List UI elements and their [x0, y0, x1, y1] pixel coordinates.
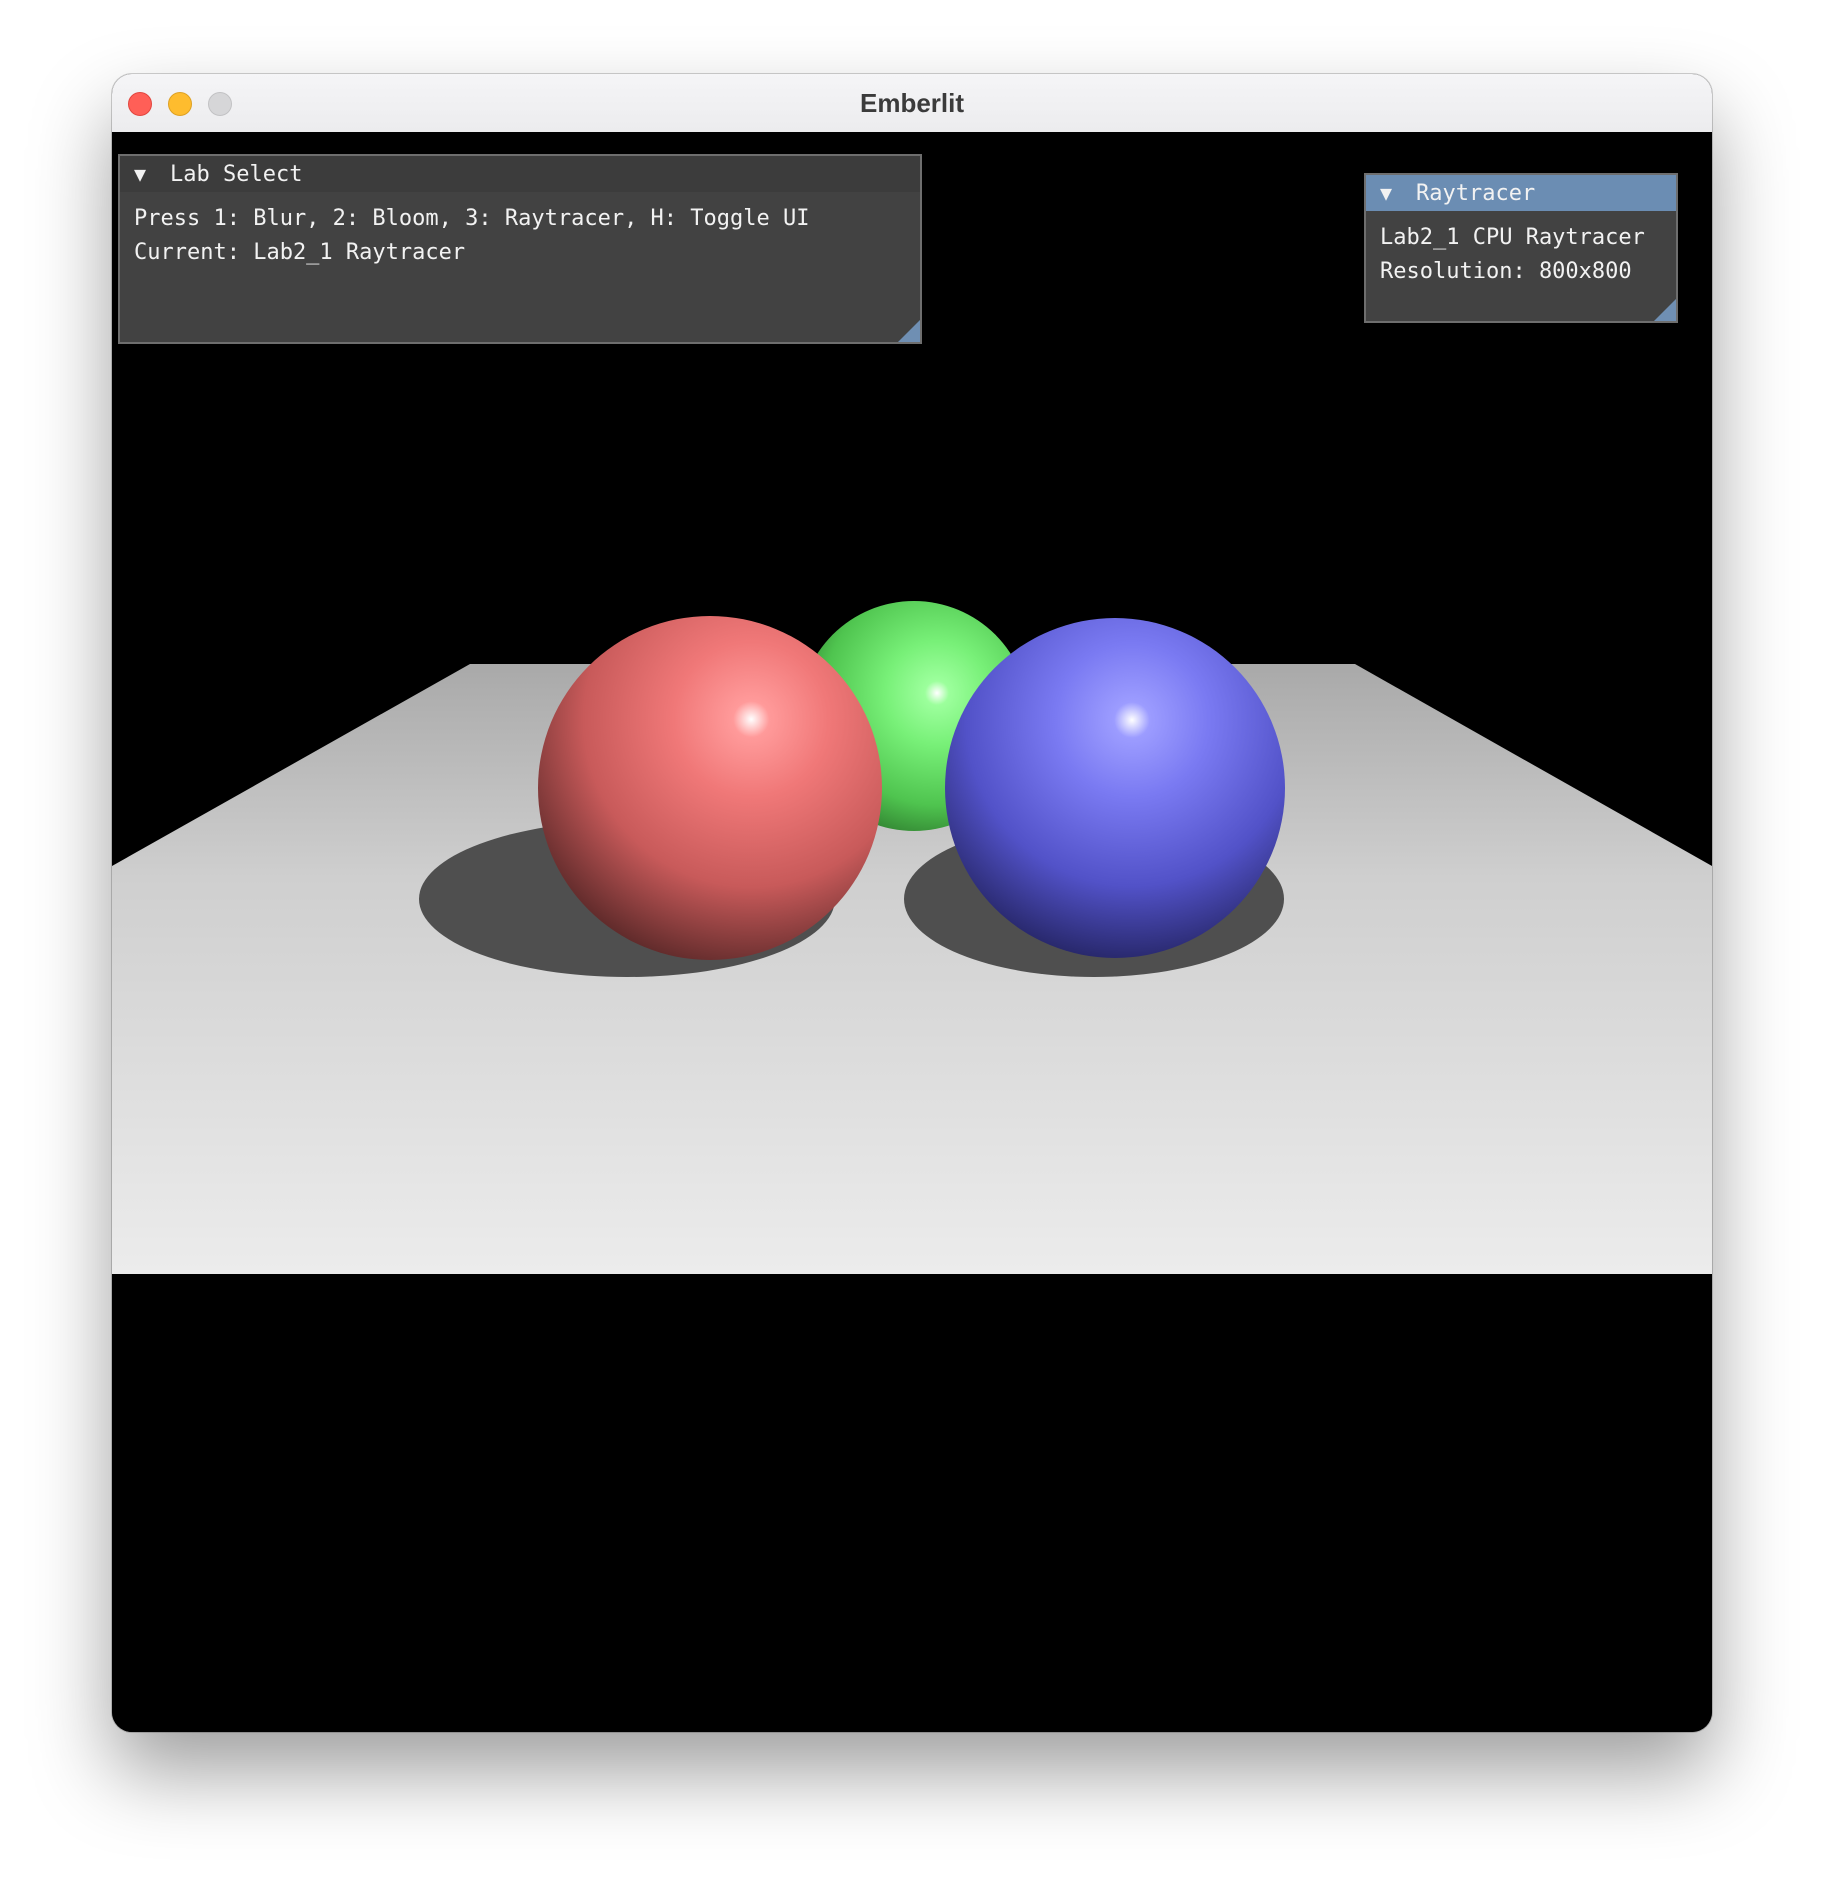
app-window: Emberlit ▼ Lab Select Press 1: Blur, 2: … [112, 74, 1712, 1732]
lab-select-instructions: Press 1: Blur, 2: Bloom, 3: Raytracer, H… [134, 206, 810, 231]
lab-select-body: Press 1: Blur, 2: Bloom, 3: Raytracer, H… [120, 192, 920, 270]
resize-grip[interactable] [1654, 299, 1676, 321]
red-sphere [538, 616, 882, 960]
render-viewport[interactable]: ▼ Lab Select Press 1: Blur, 2: Bloom, 3: … [112, 132, 1712, 1732]
blue-sphere [945, 618, 1285, 958]
raytracer-resolution: Resolution: 800x800 [1380, 259, 1632, 284]
triangle-down-icon[interactable]: ▼ [1380, 175, 1416, 211]
raytracer-panel[interactable]: ▼ Raytracer Lab2_1 CPU Raytracer Resolutio… [1364, 173, 1678, 323]
window-title: Emberlit [859, 88, 965, 118]
raytracer-body: Lab2_1 CPU Raytracer Resolution: 800x800 [1366, 211, 1676, 289]
raytracer-header[interactable]: ▼ Raytracer [1366, 175, 1676, 211]
resize-grip[interactable] [898, 320, 920, 342]
raytraced-scene [112, 601, 1712, 1274]
lab-select-current: Current: Lab2_1 Raytracer [134, 240, 466, 265]
raytracer-description: Lab2_1 CPU Raytracer [1380, 225, 1645, 250]
lab-select-panel[interactable]: ▼ Lab Select Press 1: Blur, 2: Bloom, 3: … [118, 154, 922, 344]
lab-select-title: Lab Select [170, 162, 303, 187]
title-bar[interactable]: Emberlit [112, 74, 1712, 133]
triangle-down-icon[interactable]: ▼ [134, 156, 170, 192]
raytracer-title: Raytracer [1416, 181, 1536, 206]
lab-select-header[interactable]: ▼ Lab Select [120, 156, 920, 192]
